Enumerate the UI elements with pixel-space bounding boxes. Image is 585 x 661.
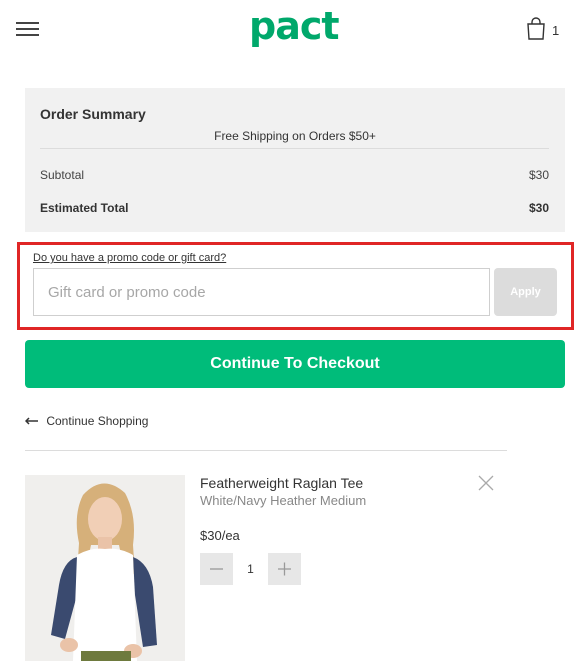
plus-icon bbox=[278, 562, 291, 576]
quantity-decrease-button[interactable] bbox=[200, 553, 233, 585]
product-photo bbox=[25, 475, 185, 661]
site-header: pact 1 bbox=[0, 0, 585, 60]
section-divider bbox=[25, 450, 507, 451]
estimated-total-row: Estimated Total $30 bbox=[40, 201, 549, 215]
arrow-left-icon bbox=[25, 417, 38, 425]
product-price: $30/ea bbox=[200, 528, 240, 543]
promo-code-input[interactable] bbox=[33, 268, 490, 316]
minus-icon bbox=[210, 568, 223, 570]
product-variant: White/Navy Heather Medium bbox=[200, 493, 367, 508]
shopping-bag-icon bbox=[527, 17, 545, 40]
order-summary-panel: Order Summary Free Shipping on Orders $5… bbox=[25, 88, 565, 232]
pact-logo[interactable]: pact bbox=[249, 4, 340, 48]
subtotal-row: Subtotal $30 bbox=[40, 168, 549, 182]
continue-shopping-link[interactable]: Continue Shopping bbox=[25, 414, 148, 428]
quantity-value[interactable]: 1 bbox=[233, 553, 268, 585]
subtotal-label: Subtotal bbox=[40, 168, 85, 182]
continue-to-checkout-button[interactable]: Continue To Checkout bbox=[25, 340, 565, 388]
quantity-increase-button[interactable] bbox=[268, 553, 301, 585]
summary-divider bbox=[40, 148, 549, 149]
cart-button[interactable]: 1 bbox=[525, 17, 565, 43]
quantity-stepper: 1 bbox=[200, 553, 301, 585]
estimated-total-value: $30 bbox=[528, 201, 549, 215]
promo-code-link[interactable]: Do you have a promo code or gift card? bbox=[33, 252, 226, 264]
product-price-value: $30 bbox=[200, 528, 222, 543]
hamburger-menu-icon[interactable] bbox=[16, 20, 40, 38]
order-summary-title: Order Summary bbox=[40, 106, 146, 122]
cart-count-badge: 1 bbox=[552, 23, 560, 38]
continue-shopping-label: Continue Shopping bbox=[46, 414, 149, 428]
apply-promo-button[interactable]: Apply bbox=[494, 268, 557, 316]
product-image[interactable] bbox=[25, 475, 185, 661]
subtotal-value: $30 bbox=[528, 168, 549, 182]
remove-item-button[interactable] bbox=[477, 474, 495, 492]
close-icon bbox=[478, 475, 494, 491]
estimated-total-label: Estimated Total bbox=[40, 201, 129, 215]
free-shipping-notice: Free Shipping on Orders $50+ bbox=[214, 129, 376, 143]
product-name[interactable]: Featherweight Raglan Tee bbox=[200, 475, 363, 491]
promo-code-section: Do you have a promo code or gift card? A… bbox=[17, 242, 574, 330]
product-price-unit: /ea bbox=[221, 528, 240, 543]
